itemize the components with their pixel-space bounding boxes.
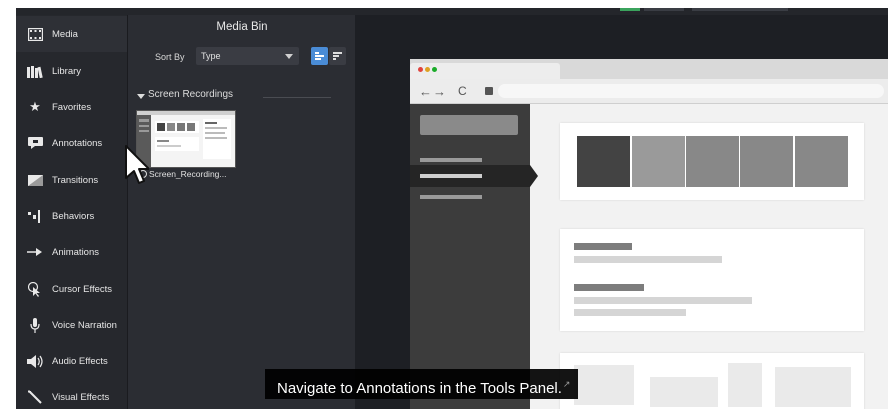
collapse-triangle-icon[interactable] — [137, 94, 145, 99]
tool-library[interactable]: Library — [16, 53, 127, 89]
mockup-block — [574, 365, 634, 405]
tool-label: Visual Effects — [52, 391, 110, 403]
url-field — [498, 84, 884, 98]
chevron-down-icon — [285, 54, 293, 59]
media-clip-thumbnail[interactable] — [136, 110, 236, 168]
speech-bubble-icon — [27, 135, 43, 151]
tool-label: Audio Effects — [52, 355, 108, 367]
tool-behaviors[interactable]: Behaviors — [16, 198, 127, 234]
mockup-block — [775, 367, 851, 407]
mockup-sidebar-line — [420, 174, 482, 178]
speaker-icon — [27, 353, 43, 369]
sort-by-label: Sort By — [155, 52, 185, 62]
mockup-image-card — [560, 123, 864, 200]
microphone-icon — [27, 317, 43, 333]
tool-visual-effects[interactable]: Visual Effects — [16, 379, 127, 409]
details-view-button[interactable] — [311, 47, 328, 65]
preview-browser-mockup: ← → C — [410, 59, 888, 409]
refresh-icon: C — [458, 84, 467, 98]
browser-address-bar: ← → C — [410, 79, 888, 104]
magic-wand-icon — [27, 389, 43, 405]
mockup-image-tile — [577, 136, 630, 187]
tool-voice-narration[interactable]: Voice Narration — [16, 307, 127, 343]
tool-audio-effects[interactable]: Audio Effects — [16, 343, 127, 379]
tool-label: Voice Narration — [52, 319, 117, 331]
sort-by-value: Type — [201, 51, 221, 61]
toolbar-control[interactable] — [644, 8, 684, 11]
cursor-effect-icon — [27, 281, 43, 297]
mockup-text-bar — [574, 297, 752, 304]
window-minimize-dot — [425, 67, 430, 72]
mockup-block — [650, 377, 718, 407]
animation-arrow-icon — [27, 244, 43, 260]
tool-label: Favorites — [52, 101, 92, 113]
caption-text: Navigate to Annotations in the Tools Pan… — [277, 380, 562, 397]
toolbar-control[interactable] — [692, 8, 788, 11]
behaviors-icon — [27, 208, 43, 224]
tool-label: Annotations — [52, 137, 103, 149]
mockup-sidebar-line — [420, 195, 482, 199]
top-toolbar-strip — [16, 8, 888, 15]
filmstrip-icon — [27, 26, 43, 42]
mockup-image-tile — [740, 136, 793, 187]
mockup-text-bar — [574, 309, 686, 316]
tool-label: Animations — [52, 246, 99, 258]
tool-media[interactable]: Media — [16, 16, 127, 52]
mockup-image-tile — [632, 136, 685, 187]
window-close-dot — [418, 67, 423, 72]
tool-transitions[interactable]: Transitions — [16, 162, 127, 198]
mockup-sidebar — [410, 104, 538, 409]
mockup-sidebar-line — [420, 158, 482, 162]
tool-annotations[interactable]: Annotations — [16, 125, 127, 161]
transition-icon — [27, 172, 43, 188]
window-maximize-dot — [432, 67, 437, 72]
tool-label: Transitions — [52, 174, 99, 186]
mockup-heading-bar — [574, 243, 632, 250]
forward-arrow-icon: → — [433, 84, 446, 99]
mockup-bottom-card — [560, 353, 864, 409]
star-icon: ★ — [29, 99, 41, 114]
media-bin-title: Media Bin — [216, 21, 268, 33]
tools-panel: Media Library ★ Favorites Annotations Tr… — [16, 15, 127, 409]
list-view-icon — [315, 52, 324, 60]
tool-label: Cursor Effects — [52, 283, 113, 295]
mouse-pointer-icon — [125, 145, 149, 184]
tool-favorites[interactable]: ★ Favorites — [16, 89, 127, 125]
media-bin-panel: Media Bin Sort By Type Screen Recordings — [127, 15, 357, 409]
toolbar-indicator — [620, 8, 640, 11]
mockup-text-card — [560, 229, 864, 331]
tool-label: Behaviors — [52, 210, 95, 222]
tutorial-caption: Navigate to Annotations in the Tools Pan… — [265, 369, 579, 399]
tool-animations[interactable]: Animations — [16, 234, 127, 270]
mockup-image-tile — [795, 136, 848, 187]
mockup-image-tile — [686, 136, 739, 187]
books-icon — [27, 63, 43, 79]
mockup-block — [728, 363, 762, 407]
mockup-sidebar-header — [420, 115, 518, 135]
sort-order-icon — [333, 52, 342, 60]
tool-cursor-effects[interactable]: Cursor Effects — [16, 271, 127, 307]
mockup-heading-bar — [574, 284, 644, 291]
browser-tab-bar — [410, 59, 888, 79]
clip-name-text: Screen_Recording... — [149, 169, 227, 179]
tool-label: Media — [52, 28, 78, 40]
group-divider — [263, 97, 331, 98]
camtasia-window: Media Library ★ Favorites Annotations Tr… — [16, 8, 888, 409]
lock-icon — [485, 87, 493, 95]
back-arrow-icon: ← — [419, 84, 432, 99]
mockup-text-bar — [574, 256, 722, 263]
external-link-icon[interactable]: ↗ — [563, 379, 571, 389]
sort-by-dropdown[interactable]: Type — [196, 47, 299, 65]
canvas-preview[interactable]: ← → C — [355, 15, 888, 409]
group-header-screen-recordings[interactable]: Screen Recordings — [148, 89, 233, 100]
tool-label: Library — [52, 65, 82, 77]
media-clip-name[interactable]: Screen_Recording... — [139, 169, 227, 179]
thumbnail-preview-image — [137, 111, 235, 167]
thumbnail-view-button[interactable] — [329, 47, 346, 65]
